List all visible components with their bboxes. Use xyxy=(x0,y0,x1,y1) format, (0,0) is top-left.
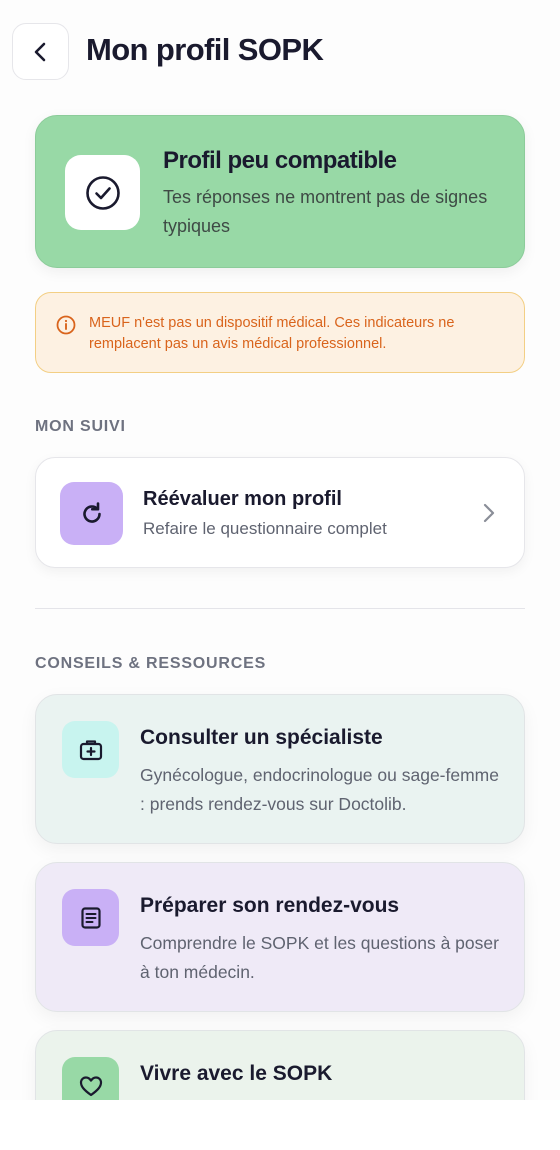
page-title: Mon profil SOPK xyxy=(86,32,324,67)
info-icon xyxy=(56,315,76,335)
section-label-resources: CONSEILS & RESSOURCES xyxy=(35,655,267,672)
resource-icon-box xyxy=(62,889,119,946)
refresh-icon xyxy=(82,501,101,523)
status-description: Tes réponses ne montrent pas de signes t… xyxy=(163,187,488,236)
resource-title: Consulter un spécialiste xyxy=(140,726,383,749)
app-screen: Mon profil SOPK Profil peu compatible Te… xyxy=(0,0,560,1100)
resource-card-specialist[interactable]: Consulter un spécialiste Gynécologue, en… xyxy=(35,694,525,844)
reevaluate-title: Réévaluer mon profil xyxy=(143,488,342,510)
divider xyxy=(35,608,525,609)
check-circle-icon xyxy=(85,175,120,210)
resource-icon-box xyxy=(62,1057,119,1100)
resource-description: Comprendre le SOPK et les questions à po… xyxy=(140,933,499,982)
back-button[interactable] xyxy=(12,23,69,80)
medical-disclaimer: MEUF n'est pas un dispositif médical. Ce… xyxy=(35,292,525,373)
heart-icon xyxy=(79,1075,102,1096)
resource-card-appointment[interactable]: Préparer son rendez-vous Comprendre le S… xyxy=(35,862,525,1012)
disclaimer-text: MEUF n'est pas un dispositif médical. Ce… xyxy=(89,315,455,352)
resource-description: Gynécologue, endocrinologue ou sage-femm… xyxy=(140,765,499,814)
status-title: Profil peu compatible xyxy=(163,147,397,174)
header: Mon profil SOPK xyxy=(0,0,560,100)
resource-title: Vivre avec le SOPK xyxy=(140,1062,333,1085)
resource-card-living-with-sopk[interactable]: Vivre avec le SOPK xyxy=(35,1030,525,1100)
resource-title: Préparer son rendez-vous xyxy=(140,894,400,917)
resource-icon-box xyxy=(62,721,119,778)
chevron-left-icon xyxy=(34,42,45,61)
document-icon xyxy=(80,906,101,929)
profile-status-card: Profil peu compatible Tes réponses ne mo… xyxy=(35,115,525,268)
refresh-icon-box xyxy=(60,482,123,545)
reevaluate-profile-card[interactable]: Réévaluer mon profil Refaire le question… xyxy=(35,457,525,568)
reevaluate-subtitle: Refaire le questionnaire complet xyxy=(143,519,387,538)
medical-kit-icon xyxy=(79,739,102,760)
chevron-right-icon xyxy=(483,503,495,523)
status-icon-box xyxy=(65,155,140,230)
section-label-suivi: MON SUIVI xyxy=(35,418,126,435)
